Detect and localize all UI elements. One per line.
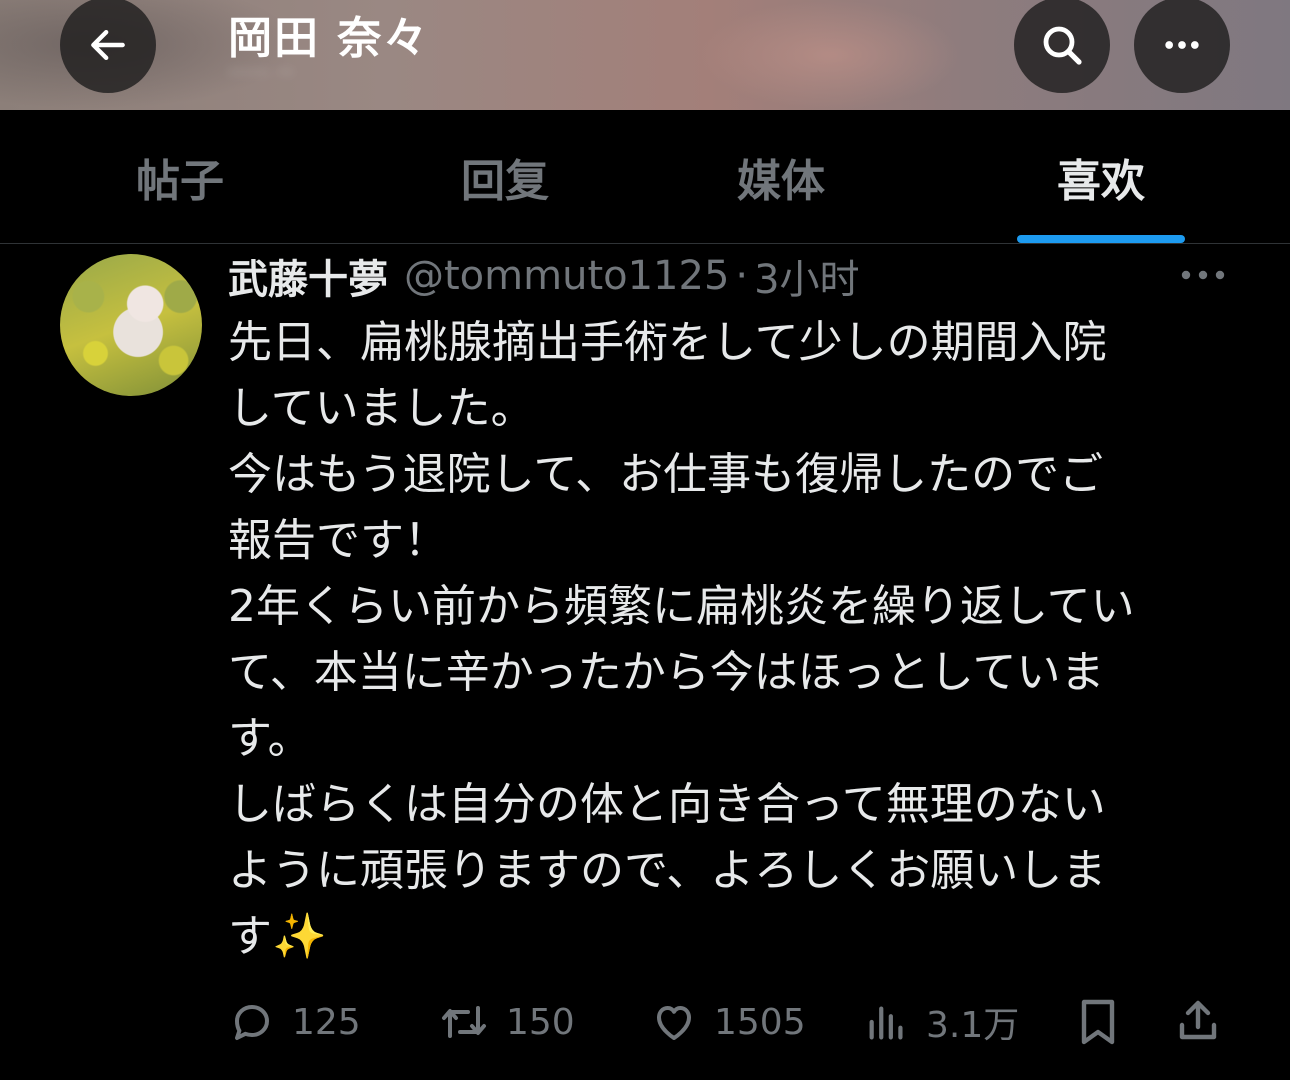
- ellipsis-icon: [1165, 41, 1199, 49]
- tweet-action-bar: 125 150 1505 3.1万: [228, 990, 1238, 1054]
- tweet-body-text: 先日、扁桃腺摘出手術をして少しの期間入院 していました。 今はもう退院して、お仕…: [228, 317, 1135, 962]
- tab-label: 媒体: [737, 155, 825, 207]
- tab-media[interactable]: 媒体: [650, 110, 912, 243]
- heart-icon: [657, 1006, 691, 1040]
- post-count-subtitle: ····· ··: [228, 58, 295, 88]
- search-icon: [1043, 26, 1082, 65]
- tab-label: 回复: [461, 155, 549, 207]
- search-button[interactable]: [1014, 0, 1110, 93]
- views-count: 3.1万: [926, 1005, 1020, 1046]
- like-count: 1505: [714, 1001, 806, 1043]
- views-chart-icon: [869, 1006, 903, 1040]
- sparkles-emoji: ✨: [272, 911, 327, 962]
- bookmark-button[interactable]: [1076, 990, 1120, 1054]
- profile-header-banner: 岡田 奈々 ····· ··: [0, 0, 1290, 110]
- like-button[interactable]: 1505: [650, 990, 806, 1054]
- tab-label: 帖子: [136, 155, 224, 207]
- tweet-more-button[interactable]: [1180, 258, 1226, 292]
- views-button[interactable]: 3.1万: [864, 990, 1019, 1054]
- tweet-text: 先日、扁桃腺摘出手術をして少しの期間入院 していました。 今はもう退院して、お仕…: [228, 310, 1228, 970]
- more-options-button[interactable]: [1134, 0, 1230, 93]
- tab-likes[interactable]: 喜欢: [912, 110, 1290, 243]
- tweet-timestamp[interactable]: 3小时: [754, 247, 859, 305]
- profile-tabs: 帖子 回复 媒体 喜欢: [0, 110, 1290, 244]
- share-button[interactable]: [1174, 990, 1222, 1054]
- repost-icon: [442, 1006, 486, 1038]
- avatar[interactable]: [60, 254, 202, 396]
- repost-count: 150: [506, 1001, 575, 1043]
- display-name[interactable]: 武藤十夢: [228, 247, 388, 305]
- repost-button[interactable]: 150: [438, 990, 575, 1054]
- back-button[interactable]: [60, 0, 156, 93]
- ellipsis-icon: [1181, 270, 1225, 280]
- user-handle[interactable]: @tommuto1125: [404, 253, 729, 299]
- reply-button[interactable]: 125: [228, 990, 361, 1054]
- banner-background-blur: [700, 0, 960, 110]
- bookmark-icon: [1081, 999, 1115, 1045]
- tab-replies[interactable]: 回复: [360, 110, 650, 243]
- active-tab-indicator: [1017, 235, 1185, 243]
- tweet-header: 武藤十夢 @tommuto1125 · 3小时: [228, 246, 860, 306]
- separator-dot: ·: [735, 253, 749, 299]
- profile-name-title: 岡田 奈々: [228, 13, 430, 64]
- share-icon: [1179, 1000, 1217, 1040]
- reply-icon: [235, 1005, 269, 1040]
- arrow-left-icon: [91, 29, 125, 61]
- reply-count: 125: [292, 1001, 361, 1043]
- tab-posts[interactable]: 帖子: [0, 110, 360, 243]
- tab-label: 喜欢: [1057, 155, 1145, 207]
